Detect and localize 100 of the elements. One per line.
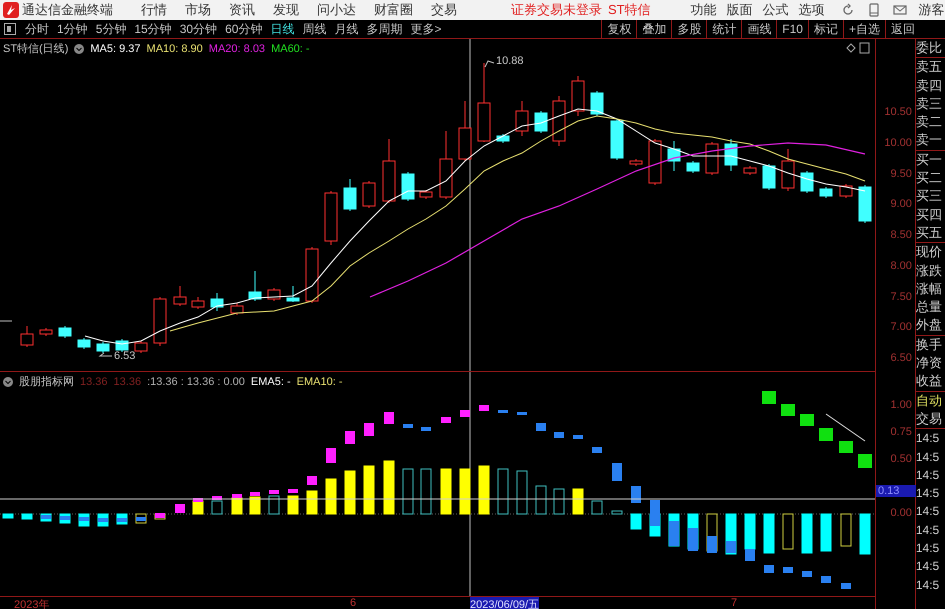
- marker-square: [762, 391, 776, 404]
- histogram-bar: [212, 500, 222, 514]
- diamond-icon[interactable]: [846, 43, 856, 53]
- candle: [782, 148, 794, 192]
- trade-time: 14:5: [916, 448, 940, 466]
- price-tick-label: 10.00: [884, 136, 912, 149]
- dropdown-icon[interactable]: [3, 376, 13, 386]
- histogram-bar: [498, 468, 508, 514]
- user-label[interactable]: 游客: [918, 1, 945, 19]
- cursor-date-label: 2023/06/09/五: [470, 597, 540, 609]
- quote-label: 买三: [916, 187, 943, 206]
- menu-item[interactable]: 交易: [431, 1, 457, 19]
- histogram-bar: [460, 468, 470, 514]
- marker-square: [212, 496, 222, 500]
- marker-square: [460, 410, 470, 417]
- refresh-icon[interactable]: [840, 3, 855, 17]
- period-tab[interactable]: 60分钟: [221, 20, 266, 38]
- marker-square: [517, 412, 527, 415]
- marker-square: [136, 517, 146, 521]
- period-tab[interactable]: 周线: [298, 20, 330, 38]
- quote-label: 买四: [916, 206, 943, 224]
- indicator-value: EMA5: -: [250, 376, 291, 388]
- period-tab[interactable]: 月线: [330, 20, 362, 38]
- candle: [268, 288, 280, 302]
- indicator-value: MA10: 8.90: [146, 42, 203, 54]
- price-tick-label: 10.50: [884, 106, 912, 118]
- menu-item[interactable]: 功能: [690, 1, 717, 19]
- chart-title: ST特信(日线): [3, 42, 68, 56]
- candle: [362, 180, 376, 208]
- histogram-bar: [536, 486, 546, 514]
- marker-square: [60, 516, 70, 520]
- quote-label: 净资: [916, 354, 943, 372]
- marker-square: [403, 424, 413, 428]
- candle: [154, 296, 166, 346]
- marker-square: [117, 518, 127, 522]
- period-tab[interactable]: 更多>: [406, 20, 446, 38]
- price-tick-label: 8.00: [890, 260, 912, 272]
- candle: [58, 326, 72, 338]
- period-tab[interactable]: 5分钟: [92, 20, 130, 38]
- period-tab[interactable]: 日线: [266, 20, 298, 38]
- marker-square: [441, 417, 451, 423]
- marker-square: [781, 404, 795, 416]
- stock-name: ST特信: [608, 1, 651, 19]
- period-tab[interactable]: 分时: [21, 20, 53, 38]
- period-tab[interactable]: 多周期: [362, 20, 406, 38]
- menu-item[interactable]: 版面: [726, 1, 753, 19]
- candle: [724, 138, 738, 172]
- period-tab[interactable]: 30分钟: [176, 20, 222, 38]
- marker-square: [669, 521, 679, 546]
- menu-item[interactable]: 行情: [141, 1, 167, 19]
- menu-item[interactable]: 市场: [185, 1, 211, 19]
- quote-label: 买五: [916, 224, 943, 242]
- menu-item[interactable]: 财富圈: [374, 1, 413, 19]
- app-logo-icon: [3, 2, 19, 18]
- candle: [610, 118, 624, 160]
- period-tab[interactable]: 1分钟: [53, 20, 92, 38]
- indicator-value: :13.36 : 13.36 : 0.00: [147, 376, 245, 388]
- mail-icon[interactable]: [892, 3, 907, 17]
- price-tick-label: 7.50: [890, 290, 912, 302]
- marker-square: [498, 410, 508, 413]
- marker-square: [821, 576, 831, 583]
- menu-item[interactable]: 选项: [798, 1, 825, 19]
- candle: [858, 184, 872, 224]
- panel-toggle-icon[interactable]: [4, 23, 16, 35]
- histogram-bar: [364, 466, 374, 514]
- marker-square: [307, 476, 317, 485]
- marker-square: [193, 498, 203, 502]
- phone-icon[interactable]: [866, 3, 881, 17]
- quote-label: 卖五: [916, 58, 943, 76]
- candle: [630, 158, 642, 166]
- menu-item[interactable]: 发现: [273, 1, 299, 19]
- menu-item[interactable]: 资讯: [229, 1, 255, 19]
- marker-square: [250, 492, 260, 496]
- auto-trade-toggle[interactable]: 自动: [916, 392, 945, 410]
- dropdown-icon[interactable]: [74, 44, 84, 54]
- panel-toggle-icon[interactable]: [860, 42, 870, 54]
- app-title: 通达信金融终端: [22, 1, 113, 19]
- candle: [174, 286, 186, 306]
- marker-square: [364, 423, 374, 436]
- price-tick-label: 6.50: [890, 352, 912, 364]
- trade-time: 14:5: [916, 522, 940, 539]
- date-label: 2023年: [14, 598, 50, 609]
- trade-time: 14:5: [916, 430, 940, 448]
- trade-label: 交易: [916, 410, 943, 428]
- histogram-bar: [820, 514, 832, 552]
- menu-item[interactable]: 问小达: [317, 1, 356, 19]
- quote-label: 卖三: [916, 94, 943, 113]
- login-status[interactable]: 证券交易未登录: [511, 1, 602, 19]
- histogram-bar: [232, 498, 242, 514]
- low-price-label: 6.53: [114, 350, 136, 362]
- trade-time: 14:5: [916, 503, 940, 520]
- quote-label: 收益: [916, 372, 943, 390]
- histogram-bar: [630, 514, 642, 530]
- candle: [762, 164, 776, 190]
- candle: [344, 178, 356, 212]
- period-tab[interactable]: 15分钟: [130, 20, 176, 38]
- candle: [40, 328, 52, 336]
- menu-item[interactable]: 公式: [762, 1, 789, 19]
- trade-time: 14:5: [916, 558, 940, 576]
- candle: [668, 140, 680, 172]
